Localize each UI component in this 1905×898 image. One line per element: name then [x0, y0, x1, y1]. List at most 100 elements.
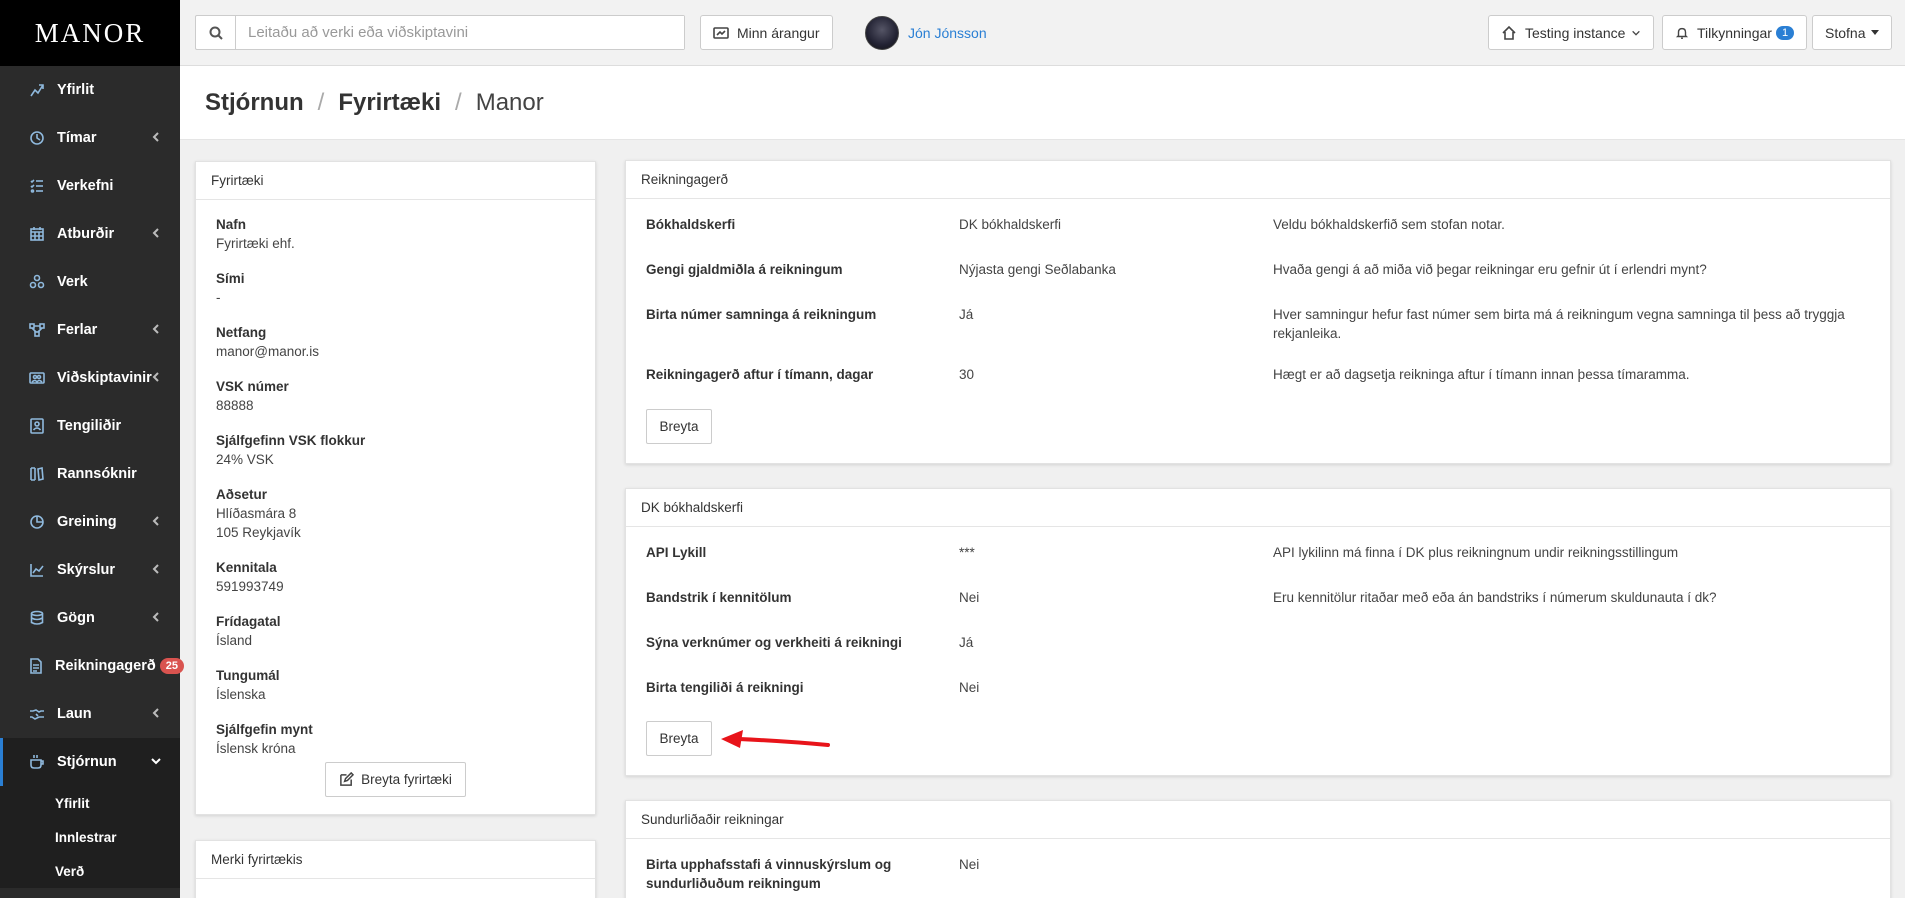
chevron-left-icon [150, 227, 164, 241]
sidebar-item-greining[interactable]: Greining [0, 498, 180, 546]
database-icon [28, 609, 46, 627]
sidebar-item-label: Greining [57, 514, 117, 530]
field-label: Aðsetur [216, 487, 268, 502]
field-label: Sjálfgefinn VSK flokkur [216, 433, 366, 448]
company-field: Netfang manor@manor.is [216, 323, 319, 361]
setting-description: Hvaða gengi á að miða við þegar reikning… [1273, 262, 1707, 277]
instance-dropdown[interactable]: Testing instance [1488, 15, 1655, 50]
tasks-icon [28, 177, 46, 195]
notifications-button[interactable]: Tilkynningar 1 [1662, 15, 1808, 50]
customers-icon [28, 369, 46, 387]
achievements-button[interactable]: Minn árangur [700, 15, 833, 50]
field-value: Hlíðasmára 8 [216, 506, 297, 521]
sidebar-item-laun[interactable]: Laun [0, 690, 180, 738]
company-panel-title: Fyrirtæki [196, 162, 595, 200]
sidebar-item-verk[interactable]: Verk [0, 258, 180, 306]
field-label: Sími [216, 271, 245, 286]
subnav-item-yfirlit[interactable]: Yfirlit [0, 786, 180, 820]
company-field: Kennitala 591993749 [216, 558, 284, 596]
sidebar-item-label: Gögn [57, 610, 95, 626]
chevron-down-icon [1632, 30, 1641, 36]
company-panel: Fyrirtæki Nafn Fyrirtæki ehf. Sími - Net… [195, 161, 596, 815]
contact-icon [28, 417, 46, 435]
report-icon [28, 561, 46, 579]
company-field: Sjálfgefinn VSK flokkur 24% VSK [216, 431, 365, 469]
avatar [865, 15, 899, 50]
edit-company-button[interactable]: Breyta fyrirtæki [325, 762, 466, 797]
setting-description: Veldu bókhaldskerfið sem stofan notar. [1273, 217, 1505, 232]
search-box [195, 15, 685, 50]
sidebar-item-vidskiptavinir[interactable]: Viðskiptavinir [0, 354, 180, 402]
manor-logo[interactable]: MANOR [0, 0, 180, 66]
sidebar-item-tengilidir[interactable]: Tengiliðir [0, 402, 180, 450]
setting-value: Já [959, 635, 974, 650]
subnav-item-innlestrar[interactable]: Innlestrar [0, 820, 180, 854]
field-value: Fyrirtæki ehf. [216, 236, 295, 251]
invoice-count-badge: 25 [159, 658, 184, 674]
field-value: Íslenska [216, 687, 266, 702]
setting-label-line: sundurliðuðum reikningum [646, 876, 821, 891]
setting-label: Reikningagerð aftur í tímann, dagar [646, 367, 874, 382]
subnav-item-verd[interactable]: Verð [0, 854, 180, 888]
sidebar-item-ferlar[interactable]: Ferlar [0, 306, 180, 354]
sidebar-item-rannsoknir[interactable]: Rannsóknir [0, 450, 180, 498]
breadcrumb-separator: / [317, 88, 325, 116]
company-logo-panel: Merki fyrirtækis [195, 840, 596, 898]
create-label: Stofna [1825, 24, 1866, 41]
sidebar-item-gogn[interactable]: Gögn [0, 594, 180, 642]
sidebar-item-skyrslur[interactable]: Skýrslur [0, 546, 180, 594]
breadcrumb-fyrirtaeki[interactable]: Fyrirtæki [338, 89, 441, 117]
sidebar-item-label: Skýrslur [57, 562, 116, 578]
calendar-icon [28, 225, 46, 243]
itemized-panel-title: Sundurliðaðir reikningar [626, 801, 1890, 839]
chevron-left-icon [150, 323, 164, 337]
field-value: Ísland [216, 633, 253, 648]
breadcrumb-stjornun[interactable]: Stjórnun [205, 89, 304, 117]
notifications-count-badge: 1 [1775, 25, 1795, 40]
clock-icon [28, 129, 46, 147]
search-input[interactable] [236, 16, 684, 49]
setting-label: Birta númer samninga á reikningum [646, 307, 877, 322]
sidebar-item-stjornun[interactable]: Stjórnun [0, 738, 180, 786]
edit-invoicing-button[interactable]: Breyta [646, 409, 712, 444]
sidebar-item-yfirlit[interactable]: Yfirlit [0, 66, 180, 114]
company-logo-panel-title: Merki fyrirtækis [196, 841, 595, 879]
invoice-icon [28, 657, 44, 675]
breadcrumb-current: Manor [475, 88, 544, 116]
field-label: Kennitala [216, 560, 277, 575]
invoicing-panel-title: Reikningagerð [626, 161, 1890, 199]
sidebar-item-label: Reikningagerð [55, 658, 156, 674]
setting-label: Bókhaldskerfi [646, 217, 736, 232]
sidebar-nav: Yfirlit Tímar Verkefni Atburðir Verk Fer… [0, 66, 184, 786]
breadcrumb-separator: / [455, 88, 462, 116]
setting-value: *** [959, 545, 975, 560]
field-label: Tungumál [216, 668, 280, 683]
invoicing-panel: Reikningagerð Bókhaldskerfi DK bókhaldsk… [625, 160, 1891, 464]
handshake-icon [28, 705, 46, 723]
field-value: Íslensk króna [216, 741, 296, 756]
research-icon [28, 465, 46, 483]
projects-icon [28, 273, 46, 291]
field-label: VSK númer [216, 379, 289, 394]
user-menu[interactable]: Jón Jónsson [865, 15, 987, 50]
company-field: VSK númer 88888 [216, 377, 289, 415]
sidebar-item-label: Tímar [57, 130, 97, 146]
edit-dk-button[interactable]: Breyta [646, 721, 712, 756]
sidebar-item-label: Yfirlit [57, 82, 95, 98]
setting-value: Nýjasta gengi Seðlabanka [959, 262, 1116, 277]
field-value: 88888 [216, 398, 254, 413]
sidebar-item-verkefni[interactable]: Verkefni [0, 162, 180, 210]
create-dropdown[interactable]: Stofna [1812, 15, 1893, 50]
sidebar-item-reikningagerd[interactable]: Reikningagerð 25 [0, 642, 184, 690]
chevron-left-icon [150, 515, 164, 529]
sidebar-item-label: Verk [57, 274, 88, 290]
edit-icon [340, 772, 355, 786]
sidebar-item-timar[interactable]: Tímar [0, 114, 180, 162]
search-icon[interactable] [196, 16, 236, 49]
sidebar-item-atburdir[interactable]: Atburðir [0, 210, 180, 258]
breadcrumb: Stjórnun / Fyrirtæki / Manor [180, 66, 1905, 140]
sidebar-item-label: Viðskiptavinir [57, 370, 152, 386]
achievement-icon [713, 26, 729, 39]
pie-icon [28, 513, 46, 531]
bell-icon [1675, 27, 1689, 39]
